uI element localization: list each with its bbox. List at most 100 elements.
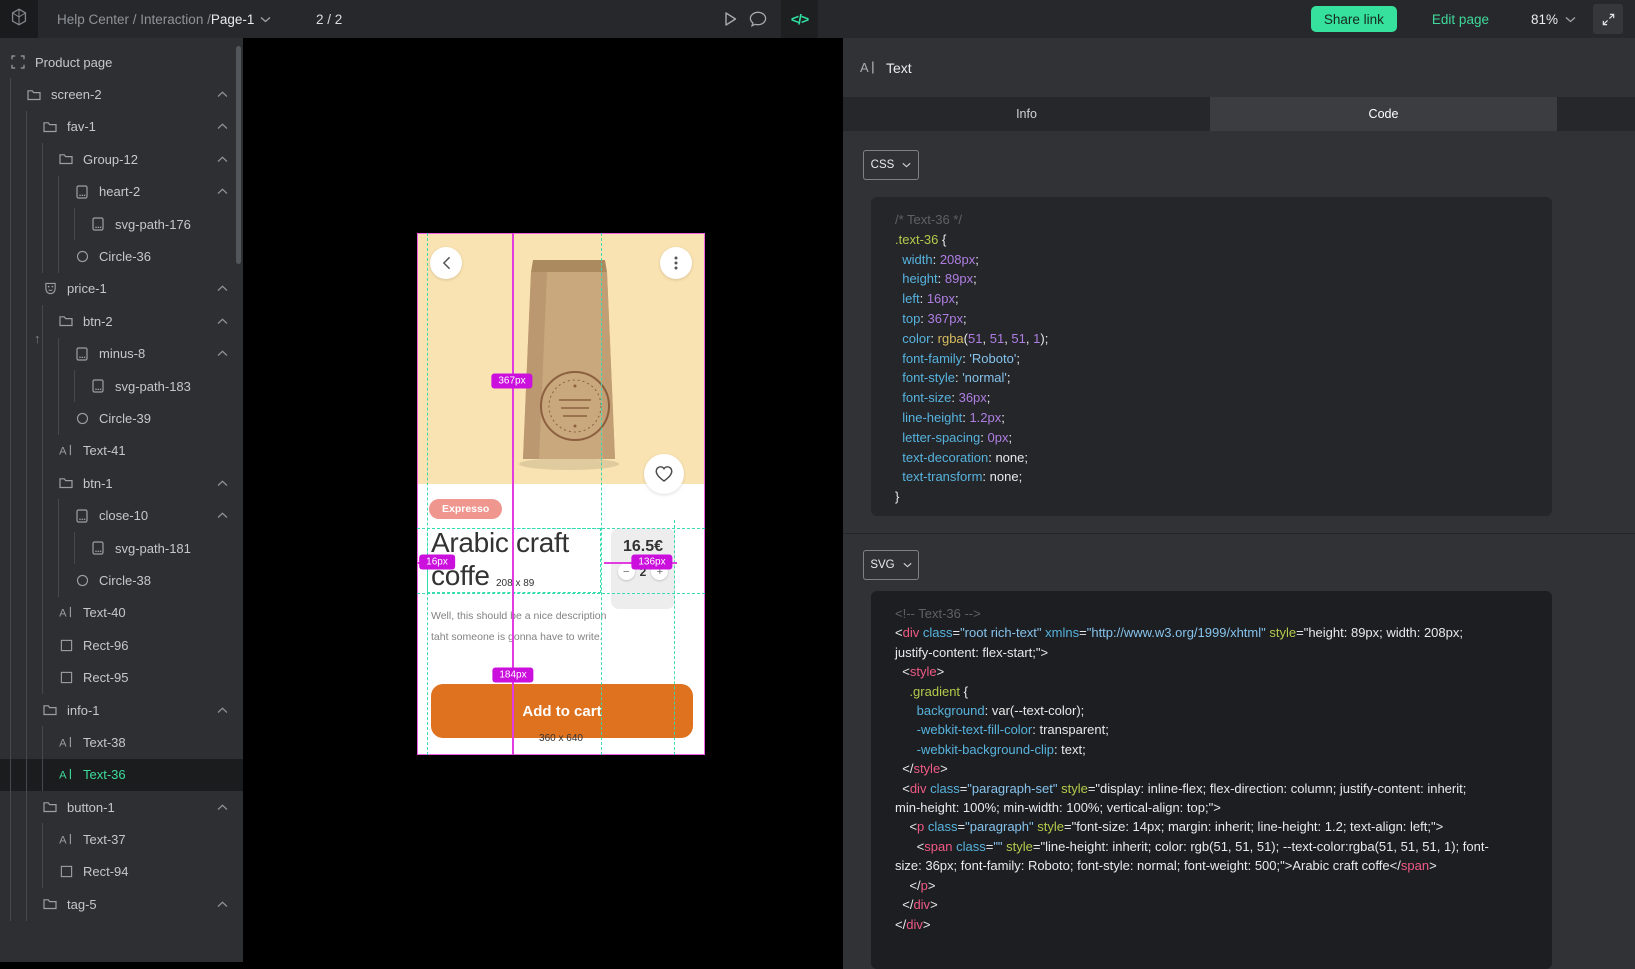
back-button[interactable] (430, 247, 462, 279)
code-line: text-transform: none; (895, 467, 1528, 487)
svg-text:A: A (59, 446, 67, 457)
indent-guide (58, 370, 74, 402)
layer-svg-path-183[interactable]: svg-path-183 (0, 370, 243, 402)
layer-btn-1[interactable]: btn-1 (0, 467, 243, 499)
description-line2: taht someone is gonna have to write. (431, 627, 607, 648)
share-link-button[interactable]: Share link (1311, 6, 1397, 32)
app-root: Help Center / Interaction / Page-1 2 / 2… (0, 0, 1635, 969)
layer-Circle-38[interactable]: Circle-38 (0, 564, 243, 596)
layer-fav-1[interactable]: fav-1 (0, 111, 243, 143)
play-button[interactable] (716, 0, 744, 38)
layer-Text-40[interactable]: A Text-40 (0, 597, 243, 629)
fullscreen-button[interactable] (1593, 4, 1623, 34)
add-to-cart-button[interactable]: Add to cart (431, 684, 693, 738)
code-line: -webkit-text-fill-color: transparent; (895, 720, 1528, 739)
layer-label: Text-36 (83, 767, 126, 782)
layer-button-1[interactable]: button-1 (0, 791, 243, 823)
indent-guide (26, 143, 42, 175)
chevron-up-icon[interactable] (217, 156, 228, 163)
layer-screen-2[interactable]: screen-2 (0, 78, 243, 110)
layer-Group-12[interactable]: Group-12 (0, 143, 243, 175)
layer-tag-5[interactable]: tag-5 (0, 888, 243, 920)
chevron-up-icon[interactable] (217, 285, 228, 292)
chevron-up-icon[interactable] (217, 350, 228, 357)
indent-guide (10, 823, 26, 855)
comments-button[interactable] (744, 0, 772, 38)
layer-Product page[interactable]: Product page (0, 46, 243, 78)
indent-guide (42, 597, 58, 629)
chevron-down-icon (902, 162, 911, 168)
chevron-up-icon[interactable] (217, 480, 228, 487)
layer-label: Text-40 (83, 605, 126, 620)
layer-price-1[interactable]: price-1 (0, 273, 243, 305)
indent-guide (10, 143, 26, 175)
layer-label: Text-41 (83, 443, 126, 458)
tab-code[interactable]: Code (1210, 97, 1557, 131)
svg-format-dropdown[interactable]: SVG (863, 550, 919, 580)
code-line: line-height: 1.2px; (895, 408, 1528, 428)
coffee-bag-image (513, 254, 625, 472)
rect-icon (58, 670, 74, 686)
layer-svg-path-181[interactable]: svg-path-181 (0, 532, 243, 564)
layer-tree: Product pagescreen-2fav-1Group-12heart-2… (0, 38, 243, 921)
measure-badge: 367px (491, 374, 532, 389)
css-format-value: CSS (871, 159, 895, 171)
indent-guide (10, 435, 26, 467)
indent-guide (42, 823, 58, 855)
indent-guide (26, 726, 42, 758)
chevron-up-icon[interactable] (217, 91, 228, 98)
layer-svg-path-176[interactable]: svg-path-176 (0, 208, 243, 240)
chevron-up-icon[interactable] (217, 512, 228, 519)
indent-guide (58, 532, 74, 564)
code-line: </div> (895, 895, 1528, 914)
chevron-up-icon[interactable] (217, 707, 228, 714)
edit-page-link[interactable]: Edit page (1432, 12, 1489, 27)
code-line: <span class="" style="line-height: inher… (895, 837, 1528, 856)
rect-icon (58, 637, 74, 653)
layer-Circle-39[interactable]: Circle-39 (0, 402, 243, 434)
indent-guide (10, 661, 26, 693)
chevron-up-icon[interactable] (217, 188, 228, 195)
layer-Rect-94[interactable]: Rect-94 (0, 856, 243, 888)
indent-guide (10, 240, 26, 272)
favorite-button[interactable] (644, 454, 684, 494)
css-code-block: /* Text-36 */.text-36 { width: 208px; he… (871, 197, 1552, 516)
code-mode-button[interactable]: </> (781, 0, 818, 38)
heart-icon (654, 465, 674, 483)
layer-heart-2[interactable]: heart-2 (0, 176, 243, 208)
layer-Text-36[interactable]: AText-36 (0, 759, 243, 791)
code-line: width: 208px; (895, 250, 1528, 270)
breadcrumb[interactable]: Help Center / Interaction / Page-1 (57, 0, 271, 38)
chevron-up-icon[interactable] (217, 804, 228, 811)
chevron-up-icon[interactable] (217, 901, 228, 908)
css-format-dropdown[interactable]: CSS (863, 150, 919, 180)
chevron-down-icon[interactable] (260, 16, 271, 23)
chevron-up-icon[interactable] (217, 318, 228, 325)
layers-panel: Product pagescreen-2fav-1Group-12heart-2… (0, 38, 243, 962)
indent-guide (26, 629, 42, 661)
layer-Rect-96[interactable]: Rect-96 (0, 629, 243, 661)
app-logo[interactable] (0, 0, 38, 38)
svg-text:A: A (59, 608, 67, 619)
folder-icon (58, 151, 74, 167)
sidebar-scrollbar[interactable] (236, 46, 241, 264)
indent-guide (26, 176, 42, 208)
layer-Text-37[interactable]: AText-37 (0, 823, 243, 855)
indent-guide (42, 532, 58, 564)
zoom-level-dropdown[interactable]: 81% (1531, 12, 1576, 27)
layer-Text-38[interactable]: AText-38 (0, 726, 243, 758)
tab-info[interactable]: Info (843, 97, 1210, 131)
indent-guide (10, 208, 26, 240)
layer-close-10[interactable]: close-10 (0, 499, 243, 531)
text-layer-icon: A (860, 60, 877, 75)
indent-guide (74, 370, 90, 402)
layer-info-1[interactable]: info-1 (0, 694, 243, 726)
layer-Circle-36[interactable]: Circle-36 (0, 240, 243, 272)
chevron-up-icon[interactable] (217, 123, 228, 130)
layer-Text-41[interactable]: A Text-41 (0, 435, 243, 467)
file-icon (90, 216, 106, 232)
layer-Rect-95[interactable]: Rect-95 (0, 661, 243, 693)
indent-guide (26, 370, 42, 402)
more-options-button[interactable] (660, 247, 692, 279)
svg-text:A: A (860, 60, 869, 75)
